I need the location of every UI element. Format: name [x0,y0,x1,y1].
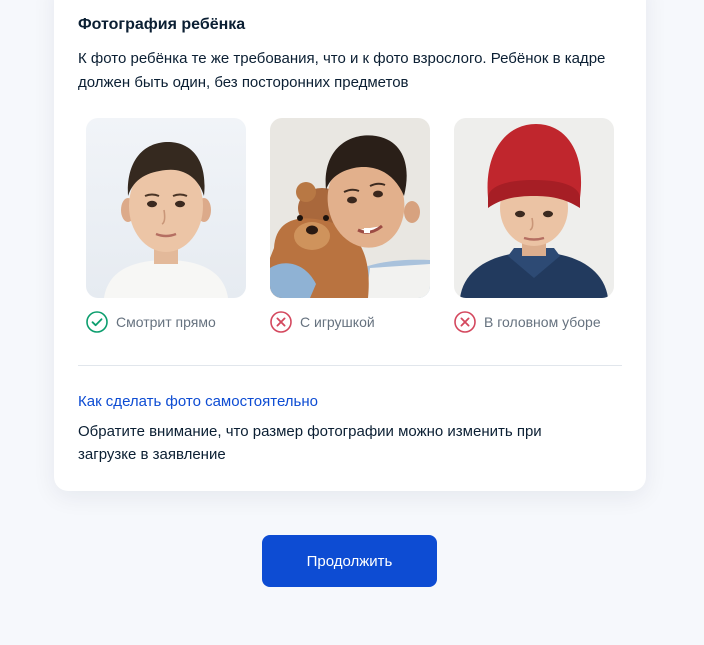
photo-example-correct: Смотрит прямо [86,118,246,333]
photo-example-incorrect-hat: В головном уборе [454,118,614,333]
resize-note: Обратите внимание, что размер фотографии… [78,423,542,463]
photo-example-incorrect-toy: С игрушкой [270,118,430,333]
section-title: Фотография ребёнка [78,16,246,33]
cross-circle-icon [454,311,476,333]
how-to-take-photo-link[interactable]: Как сделать фото самостоятельно [78,393,318,410]
caption-label: С игрушкой [300,314,375,330]
caption-incorrect-hat: В головном уборе [454,310,601,334]
continue-button[interactable]: Продолжить [262,535,437,587]
child-photo-card: Фотография ребёнка К фото ребёнка те же … [54,0,646,491]
caption-correct: Смотрит прямо [86,310,216,334]
cross-circle-icon [270,311,292,333]
caption-incorrect-toy: С игрушкой [270,310,375,334]
check-circle-icon [86,311,108,333]
child-photo-looking-straight [86,118,246,298]
divider [78,365,622,366]
caption-label: Смотрит прямо [116,314,216,330]
photo-examples: Смотрит прямо С игрушкой В головном убор… [86,118,614,342]
section-description: К фото ребёнка те же требования, что и к… [78,50,606,91]
child-photo-with-hat [454,118,614,298]
caption-label: В головном уборе [484,314,601,330]
child-photo-with-toy [270,118,430,298]
